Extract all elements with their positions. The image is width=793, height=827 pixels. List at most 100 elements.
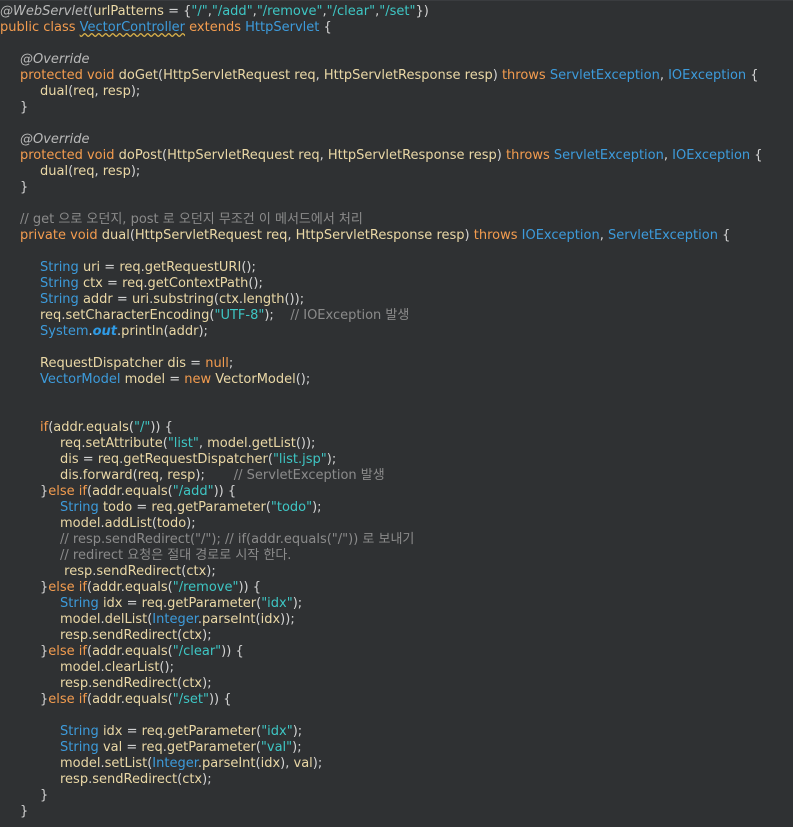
identifier-token: idx	[102, 596, 123, 611]
punctuation-token: })	[415, 4, 429, 19]
identifier-token: dis	[60, 468, 79, 483]
method-token: getParameter	[166, 740, 256, 755]
code-line[interactable]: }	[20, 100, 28, 116]
code-line[interactable]: private void dual(HttpServletRequest req…	[20, 228, 730, 244]
identifier-token: addr	[53, 420, 82, 435]
string-token: "/"	[191, 4, 208, 19]
identifier-token: req	[73, 84, 95, 99]
code-line[interactable]: // resp.sendRedirect("/"); // if(addr.eq…	[60, 532, 414, 548]
punctuation-token: );	[198, 324, 208, 339]
code-line[interactable]: model.addList(todo);	[60, 516, 196, 532]
code-line[interactable]: resp.sendRedirect(ctx);	[60, 676, 212, 692]
punctuation-token: }	[40, 788, 49, 803]
code-line[interactable]: model.clearList();	[60, 660, 174, 676]
string-token: "/remove"	[256, 4, 323, 19]
identifier-token: todo	[156, 516, 187, 531]
method-token: sendRedirect	[92, 628, 178, 643]
code-line[interactable]: }	[40, 788, 48, 804]
method-token: getList	[251, 436, 296, 451]
punctuation-token: ,	[599, 228, 608, 243]
code-line[interactable]: req.setCharacterEncoding("UTF-8"); // IO…	[40, 308, 409, 324]
code-line[interactable]: resp.sendRedirect(ctx);	[60, 772, 212, 788]
code-line[interactable]: dual(req, resp);	[40, 164, 140, 180]
code-line[interactable]: String ctx = req.getContextPath();	[40, 276, 263, 292]
punctuation-token: =	[122, 724, 142, 739]
keyword-token: public class	[0, 20, 80, 35]
keyword-token: else if	[48, 644, 87, 659]
code-line[interactable]: resp.sendRedirect(ctx);	[60, 628, 212, 644]
method-token: parseInt	[202, 756, 256, 771]
code-line[interactable]: if(addr.equals("/")) {	[40, 420, 173, 436]
identifier-token: addr	[82, 292, 113, 307]
code-line[interactable]: dis = req.getRequestDispatcher("list.jsp…	[60, 452, 336, 468]
code-line[interactable]: }else if(addr.equals("/clear")) {	[40, 644, 244, 660]
code-line[interactable]: @Override	[20, 52, 89, 68]
code-line[interactable]: RequestDispatcher dis = null;	[40, 356, 233, 372]
punctuation-token: ,	[287, 228, 296, 243]
method-token: equals	[124, 580, 168, 595]
code-line[interactable]: }	[20, 180, 28, 196]
code-line[interactable]: }else if(addr.equals("/add")) {	[40, 484, 236, 500]
method-token: length	[243, 292, 285, 307]
punctuation-token: );	[202, 772, 212, 787]
code-line[interactable]: System.out.println(addr);	[40, 324, 208, 340]
keyword-token: throws	[473, 228, 522, 243]
code-line[interactable]: dual(req, resp);	[40, 84, 140, 100]
code-line[interactable]: dis.forward(req, resp); // ServletExcept…	[60, 468, 385, 484]
type-token: ServletException	[607, 228, 718, 243]
punctuation-token: )) {	[150, 420, 173, 435]
code-line[interactable]: public class VectorController extends Ht…	[0, 20, 332, 36]
punctuation-token: }	[20, 180, 29, 195]
identifier-token: resp	[60, 676, 89, 691]
code-line[interactable]: resp.sendRedirect(ctx);	[60, 564, 216, 580]
type-token: String	[60, 596, 103, 611]
punctuation-token: );	[312, 756, 323, 771]
code-line[interactable]: }else if(addr.equals("/remove")) {	[40, 580, 261, 596]
code-line[interactable]: String todo = req.getParameter("todo");	[60, 500, 322, 516]
identifier-token: addr	[168, 324, 199, 339]
method-token: equals	[124, 692, 168, 707]
editor-top-border	[0, 0, 793, 1]
type-token: Integer	[152, 756, 198, 771]
method-token: setAttribute	[85, 436, 163, 451]
code-line[interactable]: String addr = uri.substring(ctx.length()…	[40, 292, 304, 308]
code-line[interactable]: }	[20, 804, 28, 820]
code-line[interactable]: // get 으로 오던지, post 로 오던지 무조건 이 메서드에서 처리	[20, 212, 363, 228]
method-token: parseInt	[202, 612, 256, 627]
method-token: getContextPath	[147, 276, 249, 291]
code-line[interactable]: @Override	[20, 132, 89, 148]
code-line[interactable]: // redirect 요청은 절대 경로로 시작 한다.	[60, 548, 291, 564]
method-token: getParameter	[176, 500, 266, 515]
string-token: "/set"	[172, 692, 209, 707]
identifier-token: HttpServletRequest	[167, 148, 295, 163]
method-token: getParameter	[167, 724, 257, 739]
type-token: Integer	[152, 612, 198, 627]
punctuation-token: )) {	[238, 580, 262, 595]
code-line[interactable]: model.delList(Integer.parseInt(idx));	[60, 612, 295, 628]
keyword-token: new	[184, 372, 216, 387]
punctuation-token: ();	[248, 276, 263, 291]
punctuation-token: ;	[228, 356, 234, 371]
identifier-token: resp	[102, 164, 131, 179]
code-line[interactable]: String idx = req.getParameter("idx");	[60, 724, 302, 740]
identifier-token: addr	[92, 692, 121, 707]
method-token: equals	[124, 484, 168, 499]
code-line[interactable]: req.setAttribute("list", model.getList()…	[60, 436, 315, 452]
punctuation-token: =	[186, 356, 206, 371]
method-token: delList	[104, 612, 148, 627]
code-line[interactable]: protected void doGet(HttpServletRequest …	[20, 68, 759, 84]
identifier-token: req	[141, 740, 163, 755]
code-line[interactable]: @WebServlet(urlPatterns = {"/","/add","/…	[0, 4, 429, 20]
static-field-token: out	[92, 324, 118, 339]
code-line[interactable]: String uri = req.getRequestURI();	[40, 260, 256, 276]
code-line[interactable]: VectorModel model = new VectorModel();	[40, 372, 310, 388]
identifier-token: todo	[102, 500, 133, 515]
code-line[interactable]: protected void doPost(HttpServletRequest…	[20, 148, 763, 164]
identifier-token: model	[60, 660, 101, 675]
code-editor[interactable]: @WebServlet(urlPatterns = {"/","/add","/…	[0, 0, 793, 827]
punctuation-token: ),	[280, 756, 294, 771]
code-line[interactable]: String idx = req.getParameter("idx");	[60, 596, 302, 612]
code-line[interactable]: }else if(addr.equals("/set")) {	[40, 692, 232, 708]
code-line[interactable]: model.setList(Integer.parseInt(idx), val…	[60, 756, 322, 772]
code-line[interactable]: String val = req.getParameter("val");	[60, 740, 302, 756]
